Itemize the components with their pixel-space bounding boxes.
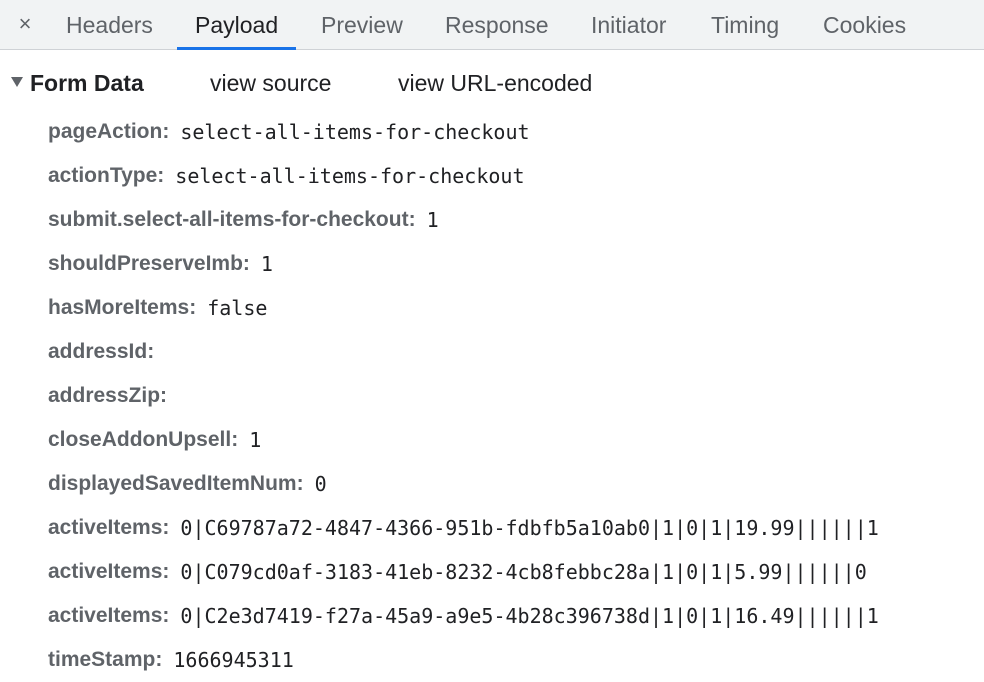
tab-timing[interactable]: Timing [711, 0, 779, 49]
section-title[interactable]: Form Data [30, 68, 144, 98]
form-data-row: displayedSavedItemNum: 0 [48, 462, 984, 506]
form-data-row: hasMoreItems: false [48, 286, 984, 330]
tab-response[interactable]: Response [445, 0, 549, 49]
form-data-key: actionType: [48, 164, 165, 187]
form-data-key: pageAction: [48, 120, 170, 143]
active-tab-underline [177, 47, 297, 50]
form-data-key: activeItems: [48, 560, 170, 583]
form-data-row: actionType: select-all-items-for-checkou… [48, 154, 984, 198]
form-data-value: false [207, 296, 268, 320]
view-source-link[interactable]: view source [210, 68, 331, 98]
form-data-key: displayedSavedItemNum: [48, 472, 304, 495]
form-data-row: closeAddonUpsell: 1 [48, 418, 984, 462]
tab-initiator[interactable]: Initiator [591, 0, 666, 49]
form-data-row: timeStamp: 1666945311 [48, 638, 984, 682]
form-data-header: Form Data view source view URL-encoded [0, 68, 984, 98]
form-data-value: 1 [426, 208, 439, 232]
form-data-key: addressZip: [48, 384, 168, 407]
tab-initiator-label: Initiator [591, 12, 667, 38]
form-data-key: closeAddonUpsell: [48, 428, 239, 451]
form-data-key: submit.select-all-items-for-checkout: [48, 208, 416, 231]
tab-preview[interactable]: Preview [321, 0, 403, 49]
form-data-value: 0|C69787a72-4847-4366-951b-fdbfb5a10ab0|… [180, 516, 879, 540]
tab-preview-label: Preview [321, 12, 403, 38]
tab-payload[interactable]: Payload [177, 0, 297, 50]
tab-payload-label: Payload [195, 12, 279, 38]
tab-cookies-label: Cookies [823, 12, 907, 38]
form-data-key: addressId: [48, 340, 155, 363]
form-data-row: addressZip: [48, 374, 984, 418]
form-data-key: hasMoreItems: [48, 296, 197, 319]
tab-headers[interactable]: Headers [66, 0, 153, 49]
form-data-key: activeItems: [48, 604, 170, 627]
form-data-key: shouldPreserveImb: [48, 252, 250, 275]
tab-headers-label: Headers [66, 12, 153, 38]
form-data-row: submit.select-all-items-for-checkout: 1 [48, 198, 984, 242]
tab-response-label: Response [445, 12, 549, 38]
tab-cookies[interactable]: Cookies [823, 0, 906, 49]
form-data-row: activeItems: 0|C69787a72-4847-4366-951b-… [48, 506, 984, 550]
view-url-encoded-link[interactable]: view URL-encoded [398, 68, 592, 98]
form-data-row: activeItems: 0|C079cd0af-3183-41eb-8232-… [48, 550, 984, 594]
form-data-list: pageAction: select-all-items-for-checkou… [48, 110, 984, 682]
form-data-value: 1 [260, 252, 273, 276]
form-data-value: 1 [249, 428, 262, 452]
form-data-value: select-all-items-for-checkout [180, 120, 530, 144]
disclosure-triangle-icon[interactable] [11, 77, 23, 87]
form-data-key: timeStamp: [48, 648, 163, 671]
form-data-value: 0 [314, 472, 327, 496]
close-icon[interactable]: × [14, 12, 36, 36]
form-data-value: select-all-items-for-checkout [175, 164, 525, 188]
form-data-row: shouldPreserveImb: 1 [48, 242, 984, 286]
form-data-row: addressId: [48, 330, 984, 374]
form-data-value: 0|C2e3d7419-f27a-45a9-a9e5-4b28c396738d|… [180, 604, 879, 628]
form-data-row: pageAction: select-all-items-for-checkou… [48, 110, 984, 154]
form-data-row: activeItems: 0|C2e3d7419-f27a-45a9-a9e5-… [48, 594, 984, 638]
form-data-key: activeItems: [48, 516, 170, 539]
form-data-value: 1666945311 [173, 648, 294, 672]
tab-timing-label: Timing [711, 12, 780, 38]
form-data-value: 0|C079cd0af-3183-41eb-8232-4cb8febbc28a|… [180, 560, 867, 584]
devtools-tab-bar: × Headers Payload Preview Response Initi… [0, 0, 984, 50]
